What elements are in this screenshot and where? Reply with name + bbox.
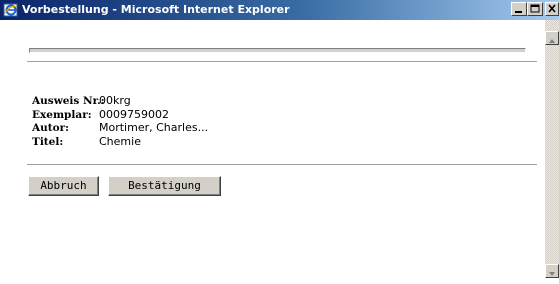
copy-label: Exemplar: bbox=[32, 108, 92, 121]
arrow-up-icon bbox=[549, 39, 555, 43]
detail-row-title: Titel: Chemie bbox=[32, 135, 208, 149]
progress-bar bbox=[29, 48, 526, 53]
divider-top bbox=[27, 61, 537, 63]
reservation-details: Ausweis Nr.:00krg Exemplar: 0009759002 Au… bbox=[32, 94, 208, 148]
detail-row-author: Autor: Mortimer, Charles... bbox=[32, 121, 208, 135]
card-number-label: Ausweis Nr.: bbox=[32, 95, 105, 107]
vertical-scrollbar[interactable] bbox=[545, 20, 559, 278]
title-bar[interactable]: Vorbestellung - Microsoft Internet Explo… bbox=[0, 0, 559, 20]
ie-icon[interactable] bbox=[3, 2, 19, 18]
scroll-down-button[interactable] bbox=[545, 264, 559, 278]
divider-bottom bbox=[27, 164, 537, 166]
window-title: Vorbestellung - Microsoft Internet Explo… bbox=[22, 3, 290, 16]
title-label: Titel: bbox=[32, 135, 64, 148]
author-value: Mortimer, Charles... bbox=[99, 121, 209, 134]
close-icon bbox=[548, 4, 556, 13]
scroll-up-button[interactable] bbox=[545, 31, 559, 45]
detail-row-card-number: Ausweis Nr.:00krg bbox=[32, 94, 208, 108]
minimize-icon bbox=[515, 11, 522, 13]
cancel-button[interactable]: Abbruch bbox=[28, 176, 99, 196]
author-label: Autor: bbox=[32, 122, 70, 134]
page-content: Ausweis Nr.:00krg Exemplar: 0009759002 Au… bbox=[0, 20, 545, 278]
maximize-icon bbox=[530, 4, 540, 13]
card-number-value: 00krg bbox=[99, 94, 131, 107]
detail-row-copy: Exemplar: 0009759002 bbox=[32, 108, 208, 122]
minimize-button[interactable] bbox=[511, 2, 527, 16]
copy-value: 0009759002 bbox=[99, 107, 169, 121]
title-value: Chemie bbox=[99, 134, 141, 148]
close-button[interactable] bbox=[545, 2, 559, 16]
confirm-button[interactable]: Bestätigung bbox=[108, 176, 221, 196]
arrow-down-icon bbox=[549, 272, 555, 276]
maximize-button[interactable] bbox=[527, 2, 543, 16]
